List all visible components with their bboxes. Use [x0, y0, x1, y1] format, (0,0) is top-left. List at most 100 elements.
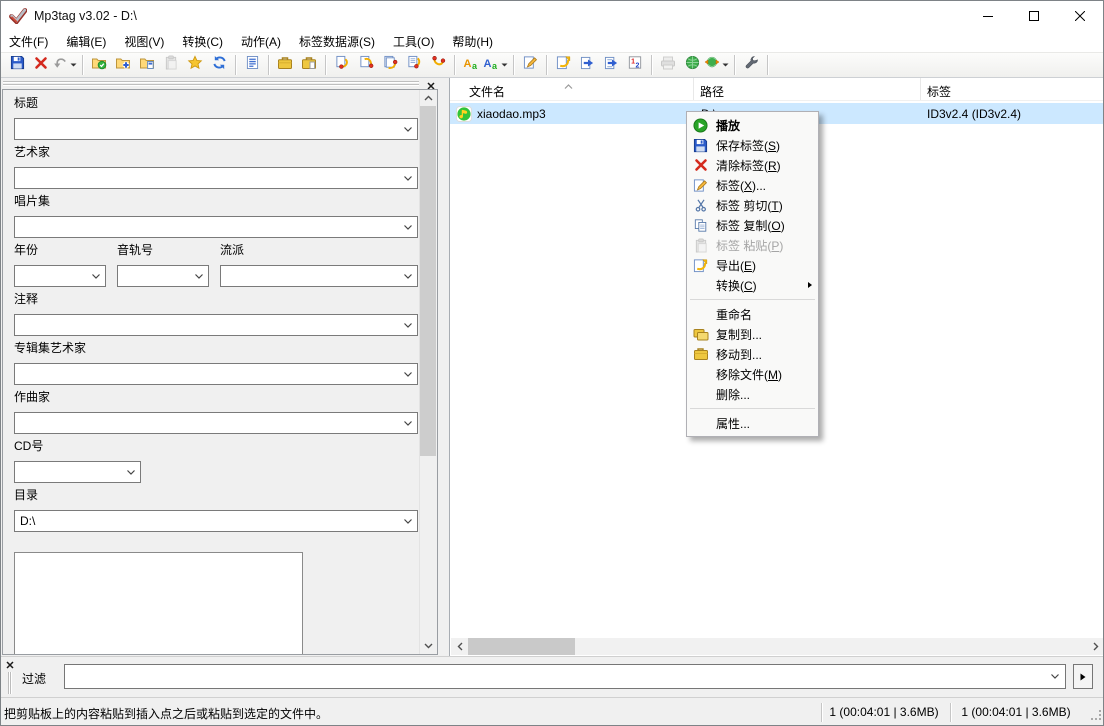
- chevron-down-icon[interactable]: [1051, 674, 1059, 679]
- menubar-item-tag-sources[interactable]: 标签数据源(S): [290, 32, 384, 52]
- filter-next-button[interactable]: [1073, 664, 1093, 689]
- menubar-item-edit[interactable]: 编辑(E): [57, 32, 115, 52]
- tag-copy-button[interactable]: [273, 54, 297, 76]
- combo-genre[interactable]: [220, 265, 418, 287]
- context-menu-item-save-tag[interactable]: 保存标签(S): [687, 135, 818, 155]
- combo-title[interactable]: [14, 118, 418, 140]
- combo-disc-number[interactable]: [14, 461, 141, 483]
- context-menu-item-play[interactable]: 播放: [687, 115, 818, 135]
- playlist-selected-button[interactable]: [599, 54, 623, 76]
- actions-menu-button[interactable]: Aa: [483, 54, 509, 76]
- case-conversion-button[interactable]: Aa: [459, 54, 483, 76]
- scroll-left-icon[interactable]: [451, 638, 468, 655]
- combo-comment[interactable]: [14, 314, 418, 336]
- playlist-all-button[interactable]: [575, 54, 599, 76]
- favorites-button[interactable]: [183, 54, 207, 76]
- web-search-button[interactable]: [680, 54, 704, 76]
- combo-album[interactable]: [14, 216, 418, 238]
- chevron-down-icon[interactable]: [127, 470, 135, 475]
- add-directory-button[interactable]: [111, 54, 135, 76]
- menubar-item-convert[interactable]: 转换(C): [173, 32, 232, 52]
- menubar-item-help[interactable]: 帮助(H): [443, 32, 502, 52]
- chevron-down-icon[interactable]: [404, 421, 412, 426]
- change-directory-button[interactable]: [87, 54, 111, 76]
- context-menu-item-convert[interactable]: 转换(C): [687, 275, 818, 295]
- menubar-item-file[interactable]: 文件(F): [0, 32, 57, 52]
- context-menu-item-rename[interactable]: 重命名: [687, 304, 818, 324]
- context-menu-item-properties[interactable]: 属性...: [687, 413, 818, 433]
- context-menu-item-export[interactable]: 导出(E): [687, 255, 818, 275]
- convert-tag-filename-button[interactable]: [330, 54, 354, 76]
- add-playlist-button[interactable]: [135, 54, 159, 76]
- numbering-wizard-button[interactable]: 12: [623, 54, 647, 76]
- context-menu-item-delete[interactable]: 删除...: [687, 384, 818, 404]
- scrollbar-thumb[interactable]: [420, 106, 436, 456]
- save-tag-button[interactable]: [5, 54, 29, 76]
- scroll-up-icon[interactable]: [420, 90, 436, 106]
- main-area: 标题艺术家唱片集年份音轨号流派注释专辑集艺术家作曲家CD号目录D:\ 文件名路径…: [0, 78, 1104, 656]
- chevron-down-icon[interactable]: [195, 274, 203, 279]
- tag-source-web-button[interactable]: [704, 54, 730, 76]
- globe-icon: [685, 55, 700, 75]
- chevron-down-icon[interactable]: [404, 519, 412, 524]
- chevron-down-icon[interactable]: [404, 323, 412, 328]
- resize-grip[interactable]: [1090, 709, 1102, 724]
- remove-tag-button[interactable]: [29, 54, 53, 76]
- combo-artist[interactable]: [14, 167, 418, 189]
- conv1-icon: [335, 55, 350, 75]
- panel-grip-handle[interactable]: [3, 81, 419, 87]
- scroll-right-icon[interactable]: [1087, 638, 1104, 655]
- filter-close-icon[interactable]: [4, 659, 15, 670]
- context-menu-item-tag-copy[interactable]: 标签 复制(O): [687, 215, 818, 235]
- combo-album-artist[interactable]: [14, 363, 418, 385]
- context-menu-item-move-to[interactable]: 移动到...: [687, 344, 818, 364]
- menubar-item-actions[interactable]: 动作(A): [232, 32, 290, 52]
- convert-filename-tag-button[interactable]: [354, 54, 378, 76]
- convert-tag-tag-button[interactable]: [426, 54, 450, 76]
- chevron-down-icon[interactable]: [404, 225, 412, 230]
- chevron-down-icon[interactable]: [404, 372, 412, 377]
- context-menu-item-remove-file[interactable]: 移除文件(M): [687, 364, 818, 384]
- filter-combobox[interactable]: [64, 664, 1066, 689]
- export-button[interactable]: [551, 54, 575, 76]
- chevron-down-icon[interactable]: [722, 63, 729, 67]
- combo-composer[interactable]: [14, 412, 418, 434]
- undo-button[interactable]: [53, 54, 78, 76]
- hscrollbar-thumb[interactable]: [468, 638, 575, 655]
- column-header-path[interactable]: 路径: [694, 78, 921, 100]
- close-button[interactable]: [1057, 1, 1103, 31]
- filter-grip-handle[interactable]: [8, 672, 9, 694]
- edit-tag-button[interactable]: [518, 54, 542, 76]
- context-menu-item-remove-tag[interactable]: 清除标签(R): [687, 155, 818, 175]
- refresh-button[interactable]: [207, 54, 231, 76]
- file-list-hscrollbar[interactable]: [451, 638, 1104, 655]
- minimize-button[interactable]: [965, 1, 1011, 31]
- context-menu-item-tag-cut[interactable]: 标签 剪切(T): [687, 195, 818, 215]
- chevron-down-icon[interactable]: [404, 176, 412, 181]
- options-button[interactable]: [739, 54, 763, 76]
- album-art-box[interactable]: [14, 552, 303, 654]
- context-menu-item-copy-to[interactable]: 复制到...: [687, 324, 818, 344]
- tag-panel-scrollbar[interactable]: [419, 90, 437, 654]
- combo-track[interactable]: [117, 265, 209, 287]
- combo-directory[interactable]: D:\: [14, 510, 418, 532]
- convert-textfile-tag-button[interactable]: [402, 54, 426, 76]
- chevron-down-icon[interactable]: [92, 274, 100, 279]
- combo-year[interactable]: [14, 265, 106, 287]
- convert-filename-filename-button[interactable]: [378, 54, 402, 76]
- menubar-item-tools[interactable]: 工具(O): [384, 32, 443, 52]
- column-header-filename[interactable]: 文件名: [450, 78, 694, 100]
- extended-tags-button[interactable]: [240, 54, 264, 76]
- filter-input[interactable]: [69, 667, 1041, 688]
- chevron-down-icon[interactable]: [404, 127, 412, 132]
- context-menu-item-edit-tag[interactable]: 标签(X)...: [687, 175, 818, 195]
- chevron-down-icon[interactable]: [501, 63, 508, 67]
- chevron-down-icon[interactable]: [70, 63, 77, 67]
- tag-paste-button[interactable]: [297, 54, 321, 76]
- column-header-tag[interactable]: 标签: [921, 78, 1104, 100]
- menubar-item-view[interactable]: 视图(V): [115, 32, 173, 52]
- maximize-button[interactable]: [1011, 1, 1057, 31]
- scroll-down-icon[interactable]: [420, 638, 436, 654]
- chevron-down-icon[interactable]: [404, 274, 412, 279]
- play-icon: [692, 118, 709, 133]
